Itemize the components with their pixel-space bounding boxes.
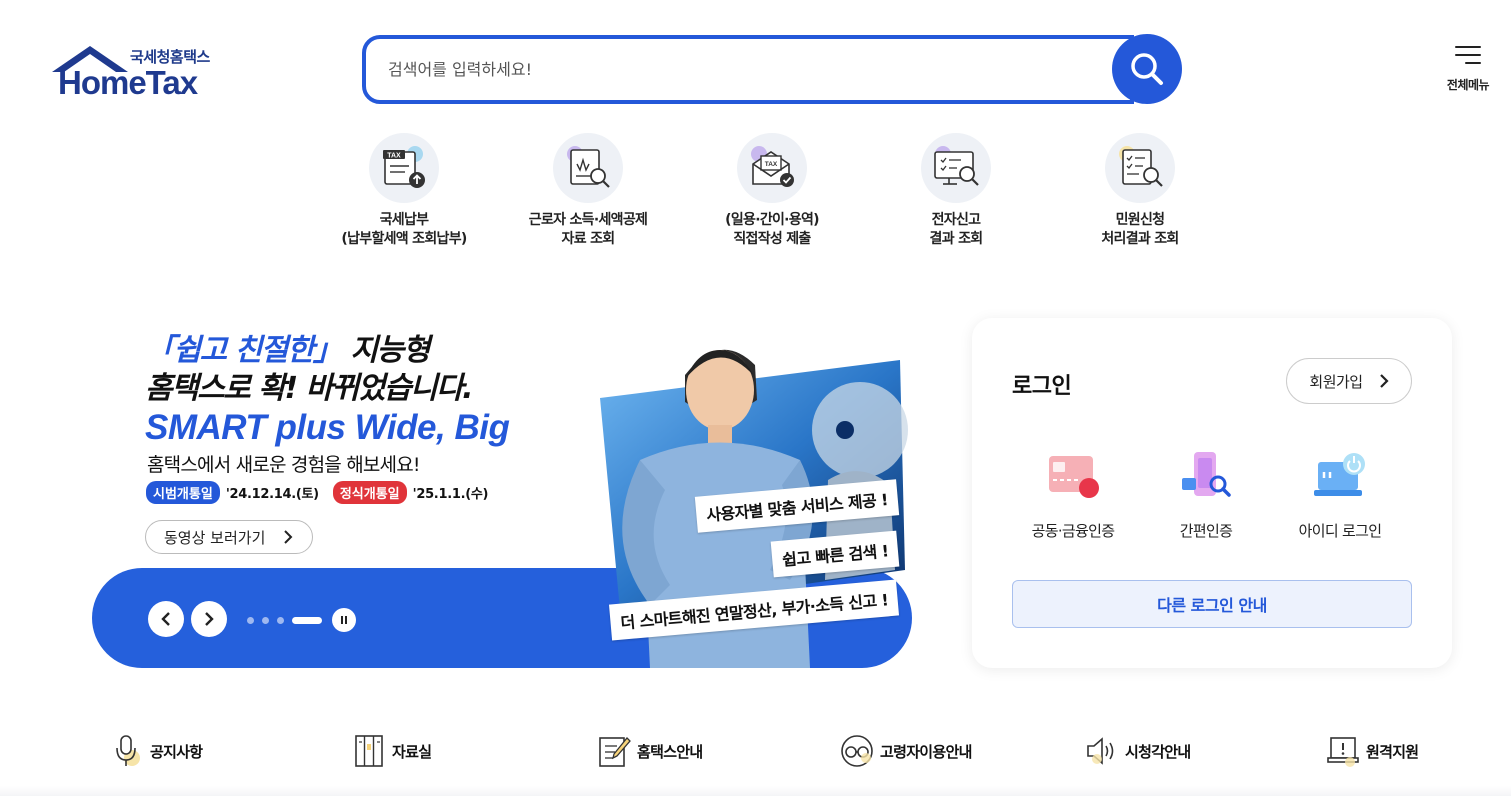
quick-menu-line1: 민원신청	[1115, 212, 1165, 228]
bottom-nav-label: 고령자이용안내	[880, 742, 972, 761]
banner-illustration: 사용자별 맞춤 서비스 제공 ! 쉽고 빠른 검색 ! 더 스마트해진 연말정산…	[560, 320, 920, 668]
chevron-right-icon	[205, 612, 214, 626]
official-date: '25.1.1.(수)	[412, 487, 489, 502]
bottom-nav-remote-support[interactable]: 원격지원	[1326, 733, 1419, 769]
remote-support-icon	[1326, 734, 1360, 768]
bottom-nav-senior[interactable]: 고령자이용안내	[840, 733, 972, 769]
pilot-date: '24.12.14.(토)	[225, 487, 319, 502]
simple-auth-login-option[interactable]: 간편인증	[1136, 448, 1276, 541]
e-filing-result-icon	[921, 133, 991, 203]
banner-prev-button[interactable]	[148, 601, 184, 637]
bottom-nav-label: 원격지원	[1366, 742, 1419, 761]
microphone-icon	[110, 734, 144, 768]
quick-menu-line1: (일용·간이·용역)	[725, 212, 819, 228]
bottom-nav-audio-visual[interactable]: 시청각안내	[1085, 733, 1191, 769]
logo-title: HomeTax	[58, 64, 198, 101]
quick-menu-line1: 전자신고	[931, 212, 981, 228]
banner-page-dot[interactable]	[247, 617, 254, 624]
guide-icon	[597, 734, 631, 768]
chevron-left-icon	[161, 612, 170, 626]
id-login-icon	[1308, 448, 1372, 508]
pilot-tag: 시범개통일	[146, 481, 220, 504]
bottom-nav-guide[interactable]: 홈택스안내	[597, 733, 703, 769]
civil-petition-icon	[1105, 133, 1175, 203]
banner-page-dot[interactable]	[262, 617, 269, 624]
search-input[interactable]	[388, 39, 1088, 100]
login-card: 로그인 회원가입 공동·금융인증 간편인증 아이디 로그인 다른 로그인 안내	[972, 318, 1452, 668]
quick-menu-line2: 자료 조회	[561, 231, 616, 247]
banner-page-dot[interactable]	[277, 617, 284, 624]
banner-headline: 「쉽고 친절한」 지능형 홈택스로 확! 바뀌었습니다.	[145, 332, 474, 408]
certificate-login-option[interactable]: 공동·금융인증	[1003, 448, 1143, 541]
quick-menu-e-filing-result[interactable]: 전자신고 결과 조회	[881, 133, 1031, 249]
senior-icon	[840, 734, 874, 768]
watch-video-button[interactable]: 동영상 보러가기	[145, 520, 313, 554]
income-deduction-icon	[553, 133, 623, 203]
bottom-nav-notice[interactable]: 공지사항	[110, 733, 203, 769]
search-icon	[1131, 53, 1163, 85]
quick-menu-line1: 근로자 소득·세액공제	[528, 212, 648, 228]
archive-icon	[352, 734, 386, 768]
signup-button[interactable]: 회원가입	[1286, 358, 1412, 404]
certificate-login-label: 공동·금융인증	[1031, 522, 1115, 540]
quick-menu-tax-payment[interactable]: TAX 국세납부 (납부할세액 조회납부)	[329, 133, 479, 249]
quick-menu-line2: 결과 조회	[929, 231, 984, 247]
quick-menu-income-deduction[interactable]: 근로자 소득·세액공제 자료 조회	[513, 133, 663, 249]
banner-headline-line2: 홈택스로 확! 바뀌었습니다.	[145, 371, 474, 406]
footer-edge	[0, 786, 1511, 796]
id-login-option[interactable]: 아이디 로그인	[1270, 448, 1410, 541]
signup-label: 회원가입	[1309, 372, 1363, 391]
bottom-nav-archive[interactable]: 자료실	[352, 733, 432, 769]
chevron-right-icon	[284, 530, 293, 544]
bottom-nav-label: 홈택스안내	[637, 742, 703, 761]
bottom-nav-label: 시청각안내	[1125, 742, 1191, 761]
official-tag: 정식개통일	[332, 481, 407, 504]
tax-payment-icon: TAX	[369, 133, 439, 203]
svg-text:TAX: TAX	[765, 161, 778, 168]
quick-menu-line2: 직접작성 제출	[733, 231, 811, 247]
bottom-nav-label: 자료실	[392, 742, 432, 761]
quick-menu-tax-submit[interactable]: TAX (일용·간이·용역) 직접작성 제출	[697, 133, 847, 249]
quick-menu-line2: (납부할세액 조회납부)	[341, 231, 467, 247]
banner-next-button[interactable]	[191, 601, 227, 637]
banner-dates: 시범개통일 '24.12.14.(토) 정식개통일 '25.1.1.(수)	[146, 481, 496, 504]
certificate-icon	[1041, 448, 1105, 508]
banner-headline-rest: 지능형	[341, 333, 430, 368]
hamburger-icon	[1455, 44, 1481, 66]
banner-pause-button[interactable]	[332, 608, 356, 632]
banner-description: 홈택스에서 새로운 경험을 해보세요!	[147, 454, 421, 476]
audio-visual-icon	[1085, 734, 1119, 768]
quick-menu-line1: 국세납부	[379, 212, 429, 228]
login-title: 로그인	[1012, 374, 1072, 399]
other-login-guide-button[interactable]: 다른 로그인 안내	[1012, 580, 1412, 628]
chevron-right-icon	[1379, 374, 1389, 388]
simple-auth-icon	[1174, 448, 1238, 508]
svg-text:TAX: TAX	[387, 153, 401, 160]
simple-auth-login-label: 간편인증	[1179, 522, 1233, 540]
search-box	[362, 35, 1134, 104]
banner-headline-quote: 「쉽고 친절한」	[145, 333, 343, 368]
all-menu-label: 전체메뉴	[1446, 78, 1490, 92]
watch-video-label: 동영상 보러가기	[164, 528, 266, 547]
hometax-logo[interactable]: 국세청홈택스 HomeTax	[50, 42, 215, 101]
quick-menu-civil-petition[interactable]: 민원신청 처리결과 조회	[1065, 133, 1215, 249]
quick-menu-line2: 처리결과 조회	[1101, 231, 1179, 247]
banner-page-dot-active[interactable]	[292, 617, 322, 624]
all-menu-button[interactable]: 전체메뉴	[1440, 44, 1496, 100]
bottom-nav-label: 공지사항	[150, 742, 203, 761]
search-button[interactable]	[1112, 34, 1182, 104]
id-login-label: 아이디 로그인	[1298, 522, 1382, 540]
tax-submit-icon: TAX	[737, 133, 807, 203]
banner-subline: SMART plus Wide, Big	[145, 408, 510, 447]
pause-icon	[341, 616, 347, 624]
